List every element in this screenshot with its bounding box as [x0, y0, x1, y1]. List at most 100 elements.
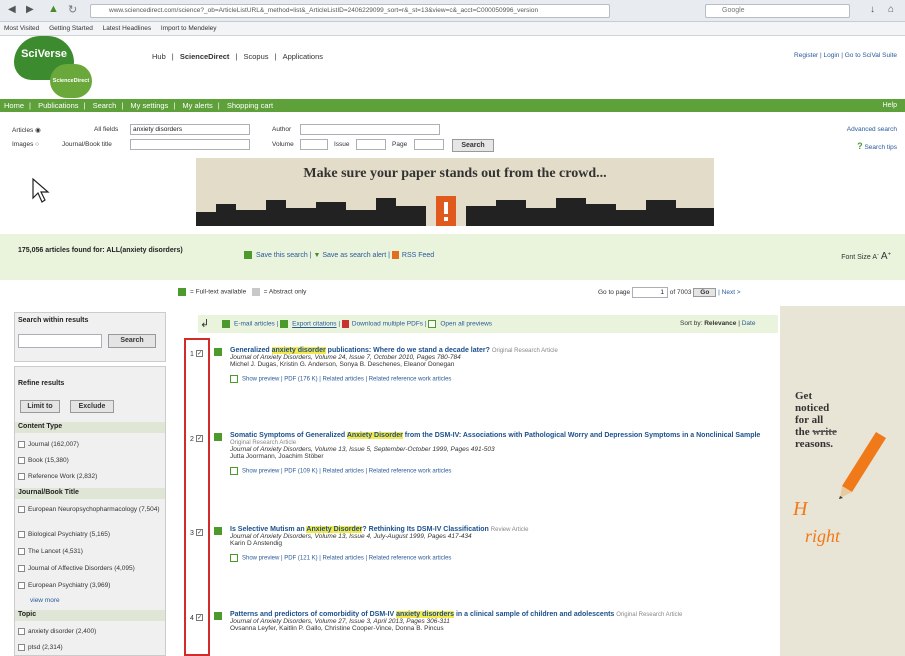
- volume-input[interactable]: [300, 139, 328, 150]
- checkbox[interactable]: [18, 506, 25, 513]
- filter-journal-affective-disorders[interactable]: Journal of Affective Disorders (4,095): [18, 565, 135, 572]
- bookmark-getting-started[interactable]: Getting Started: [49, 25, 93, 32]
- images-radio-label[interactable]: Images ○: [12, 141, 39, 148]
- result-title[interactable]: Generalized anxiety disorder publication…: [230, 347, 770, 354]
- journal-title-heading: Journal/Book Title: [18, 489, 79, 496]
- filter-biological-psychiatry[interactable]: Biological Psychiatry (5,165): [18, 531, 110, 538]
- filter-european-psychiatry[interactable]: European Psychiatry (3,969): [18, 582, 110, 589]
- checkbox[interactable]: [18, 628, 25, 635]
- result-journal: Journal of Anxiety Disorders, Volume 13,…: [230, 446, 495, 453]
- issue-label: Issue: [334, 141, 350, 148]
- nav-search[interactable]: Search: [93, 101, 117, 110]
- result-links[interactable]: Show preview | PDF (121 K) | Related art…: [230, 554, 770, 562]
- sort-relevance[interactable]: Relevance: [704, 320, 736, 327]
- nav-applications[interactable]: Applications: [283, 52, 323, 61]
- back-icon[interactable]: ◀: [8, 4, 16, 15]
- result-title[interactable]: Somatic Symptoms of Generalized Anxiety …: [230, 432, 770, 446]
- save-icon: [244, 251, 252, 259]
- nav-publications[interactable]: Publications: [38, 101, 78, 110]
- filter-book[interactable]: Book (15,380): [18, 457, 69, 464]
- search-within-input[interactable]: [18, 334, 102, 348]
- download-pdfs-link[interactable]: Download multiple PDFs: [352, 321, 423, 328]
- result-title[interactable]: Is Selective Mutism an Anxiety Disorder?…: [230, 526, 770, 533]
- rss-feed-link[interactable]: RSS Feed: [402, 252, 434, 259]
- download-icon[interactable]: ↓: [870, 4, 875, 15]
- address-bar[interactable]: www.sciencedirect.com/science?_ob=Articl…: [90, 4, 610, 18]
- save-search-link[interactable]: Save this search: [256, 252, 308, 259]
- filter-european-neuropsychopharmacology[interactable]: European Neuropsychopharmacology (7,504): [18, 506, 164, 513]
- font-larger-button[interactable]: A: [881, 251, 888, 262]
- filter-ptsd[interactable]: ptsd (2,314): [18, 644, 63, 651]
- preview-icon: [230, 554, 238, 562]
- checkbox[interactable]: [18, 548, 25, 555]
- allfields-input[interactable]: anxiety disorders: [130, 124, 250, 135]
- open-previews-link[interactable]: Open all previews: [440, 321, 492, 328]
- save-alert-link[interactable]: Save as search alert: [322, 252, 386, 259]
- main-nav-bar: Home | Publications | Search | My settings |…: [0, 99, 905, 112]
- forward-icon[interactable]: ▶: [26, 4, 34, 15]
- page-number-input[interactable]: 1: [631, 287, 668, 298]
- search-actions: Save this search | ▼ Save as search aler…: [244, 251, 434, 259]
- result-links[interactable]: Show preview | PDF (176 K) | Related art…: [230, 375, 770, 383]
- nav-my-settings[interactable]: My settings: [130, 101, 168, 110]
- search-tips-link[interactable]: ? Search tips: [857, 141, 897, 151]
- nav-home[interactable]: Home: [4, 101, 24, 110]
- articles-radio-label[interactable]: Articles ◉: [12, 126, 41, 134]
- filter-reference-work[interactable]: Reference Work (2,832): [18, 473, 97, 480]
- result-links[interactable]: Show preview | PDF (109 K) | Related art…: [230, 467, 770, 475]
- nav-hub[interactable]: Hub: [152, 52, 166, 61]
- home-icon[interactable]: ▲: [48, 3, 59, 15]
- home-button-icon[interactable]: ⌂: [888, 4, 894, 15]
- journal-title-input[interactable]: [130, 139, 250, 150]
- view-more-link[interactable]: view more: [30, 597, 60, 604]
- browser-search-box[interactable]: Google: [705, 4, 850, 18]
- author-label: Author: [272, 126, 292, 133]
- nav-shopping-cart[interactable]: Shopping cart: [227, 101, 273, 110]
- help-icon: ?: [857, 141, 863, 151]
- checkbox[interactable]: [18, 473, 25, 480]
- separator: |: [173, 101, 176, 110]
- help-link[interactable]: Help: [883, 99, 897, 112]
- next-page-link[interactable]: | Next >: [718, 289, 740, 296]
- checkbox[interactable]: [18, 582, 25, 589]
- ad-headline: Make sure your paper stands out from the…: [303, 166, 607, 181]
- author-input[interactable]: [300, 124, 440, 135]
- export-citations-link[interactable]: Export citations: [292, 321, 336, 328]
- checkbox[interactable]: [18, 457, 25, 464]
- search-within-button[interactable]: Search: [108, 334, 156, 348]
- topic-header-bg: [15, 610, 165, 621]
- limit-to-button[interactable]: Limit to: [20, 400, 60, 413]
- issue-input[interactable]: [356, 139, 386, 150]
- advanced-search-link[interactable]: Advanced search: [847, 126, 897, 133]
- checkbox[interactable]: [18, 644, 25, 651]
- select-all-arrow-icon[interactable]: ↲: [200, 317, 209, 330]
- checkbox[interactable]: [18, 565, 25, 572]
- bookmark-latest-headlines[interactable]: Latest Headlines: [103, 25, 151, 32]
- search-button[interactable]: Search: [452, 139, 494, 152]
- bookmark-most-visited[interactable]: Most Visited: [4, 25, 39, 32]
- go-button[interactable]: Go: [693, 288, 717, 297]
- preview-icon: [428, 320, 437, 328]
- fulltext-icon: [214, 527, 222, 535]
- export-icon: [280, 320, 289, 328]
- filter-anxiety-disorder[interactable]: anxiety disorder (2,400): [18, 628, 96, 635]
- separator: |: [121, 101, 124, 110]
- nav-my-alerts[interactable]: My alerts: [182, 101, 212, 110]
- exclude-button[interactable]: Exclude: [70, 400, 114, 413]
- account-links[interactable]: Register | Login | Go to SciVal Suite: [794, 52, 897, 59]
- filter-journal[interactable]: Journal (162,007): [18, 441, 79, 448]
- email-articles-link[interactable]: E-mail articles: [234, 321, 275, 328]
- nav-sciencedirect[interactable]: ScienceDirect: [180, 52, 230, 61]
- nav-scopus[interactable]: Scopus: [243, 52, 268, 61]
- email-icon: [222, 320, 230, 328]
- sort-date[interactable]: Date: [742, 320, 756, 327]
- checkbox[interactable]: [18, 441, 25, 448]
- refresh-icon[interactable]: ↻: [68, 3, 77, 16]
- result-title[interactable]: Patterns and predictors of comorbidity o…: [230, 611, 770, 618]
- page-input[interactable]: [414, 139, 444, 150]
- result-authors: Jutta Joormann, Joachim Stöber: [230, 453, 324, 460]
- checkbox[interactable]: [18, 531, 25, 538]
- bell-icon: ▼: [313, 251, 321, 259]
- bookmark-import-mendeley[interactable]: Import to Mendeley: [161, 25, 217, 32]
- filter-the-lancet[interactable]: The Lancet (4,531): [18, 548, 83, 555]
